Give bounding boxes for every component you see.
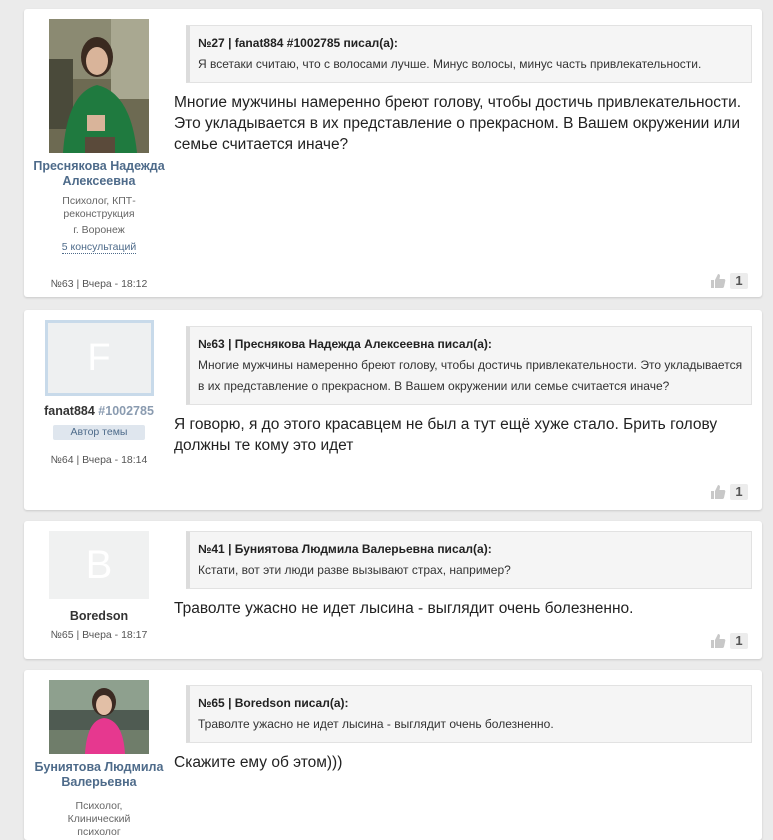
forum-post: Преснякова Надежда Алексеевна Психолог, … [24,9,762,297]
post-content: №63 | Преснякова Надежда Алексеевна писа… [174,310,752,456]
quote-header: №63 | Преснякова Надежда Алексеевна писа… [198,337,492,351]
quote-text: Я всетаки считаю, что с волосами лучше. … [198,57,702,71]
author-city: г. Воронеж [73,224,125,236]
like-control[interactable]: 1 [710,484,748,500]
post-author: Преснякова Надежда Алексеевна Психолог, … [24,9,174,255]
quote-post-number[interactable]: №65 [198,696,225,710]
post-meta: №65 | Вчера - 18:17 [50,629,148,641]
quote-header: №65 | Boredson писал(а): [198,696,349,710]
author-name[interactable]: Преснякова Надежда Алексеевна [24,159,174,189]
post-meta: №63 | Вчера - 18:12 [50,278,148,290]
quote-text: Многие мужчины намеренно бреют голову, ч… [198,358,743,393]
avatar[interactable] [49,19,149,153]
author-name[interactable]: Boredson [24,609,174,624]
post-text: Скажите ему об этом))) [174,754,343,771]
like-count: 1 [730,633,748,649]
quote-author: Преснякова Надежда Алексеевна писал(а): [234,337,492,351]
topic-author-badge: Автор темы [52,425,146,440]
thumbs-up-icon[interactable] [710,633,726,649]
author-username[interactable]: fanat884 [44,404,95,418]
quote-author: fanat884 #1002785 писал(а): [234,36,398,50]
like-control[interactable]: 1 [710,633,748,649]
avatar[interactable] [49,680,149,754]
thumbs-up-icon[interactable] [710,273,726,289]
quote-author: Boredson писал(а): [234,696,349,710]
post-author: Буниятова Людмила Валерьевна Психолог, К… [24,670,174,839]
quote-block: №41 | Буниятова Людмила Валерьевна писал… [186,531,752,589]
quote-block: №65 | Boredson писал(а): Траволте ужасно… [186,685,752,743]
quote-post-number[interactable]: №41 [198,542,225,556]
like-count: 1 [730,273,748,289]
author-id: #1002785 [98,404,154,418]
author-role: Психолог, КПТ-реконструкция [62,195,136,220]
post-content: №65 | Boredson писал(а): Траволте ужасно… [174,670,752,773]
post-author: B Boredson [24,521,174,624]
thumbs-up-icon[interactable] [710,484,726,500]
quote-block: №63 | Преснякова Надежда Алексеевна писа… [186,326,752,405]
post-author: F fanat884 #1002785 Автор темы [24,310,174,440]
post-text: Траволте ужасно не идет лысина - выгляди… [174,600,634,617]
quote-post-number[interactable]: №63 [198,337,225,351]
quote-author: Буниятова Людмила Валерьевна писал(а): [234,542,492,556]
forum-post: Буниятова Людмила Валерьевна Психолог, К… [24,670,762,840]
quote-text: Траволте ужасно не идет лысина - выгляди… [198,717,554,731]
quote-post-number[interactable]: №27 [198,36,225,50]
post-text: Я говорю, я до этого красавцем не был а … [174,416,718,454]
post-content: №41 | Буниятова Людмила Валерьевна писал… [174,521,752,619]
post-text: Многие мужчины намеренно бреют голову, ч… [174,94,742,153]
quote-block: №27 | fanat884 #1002785 писал(а): Я всет… [186,25,752,83]
author-role: Психолог, Клинический психолог [67,800,131,838]
consultations-link[interactable]: 5 консультаций [61,241,137,254]
like-count: 1 [730,484,748,500]
quote-text: Кстати, вот эти люди разве вызывают стра… [198,563,511,577]
quote-header: №27 | fanat884 #1002785 писал(а): [198,36,398,50]
avatar[interactable]: B [49,531,149,599]
author-name[interactable]: fanat884 #1002785 [24,404,174,419]
forum-post: B Boredson №65 | Вчера - 18:17 №41 | Бун… [24,521,762,659]
forum-post: F fanat884 #1002785 Автор темы №64 | Вче… [24,310,762,510]
avatar[interactable]: F [44,320,154,396]
like-control[interactable]: 1 [710,273,748,289]
post-meta: №64 | Вчера - 18:14 [50,454,148,466]
author-name[interactable]: Буниятова Людмила Валерьевна [24,760,174,790]
post-content: №27 | fanat884 #1002785 писал(а): Я всет… [174,9,752,155]
quote-header: №41 | Буниятова Людмила Валерьевна писал… [198,542,492,556]
